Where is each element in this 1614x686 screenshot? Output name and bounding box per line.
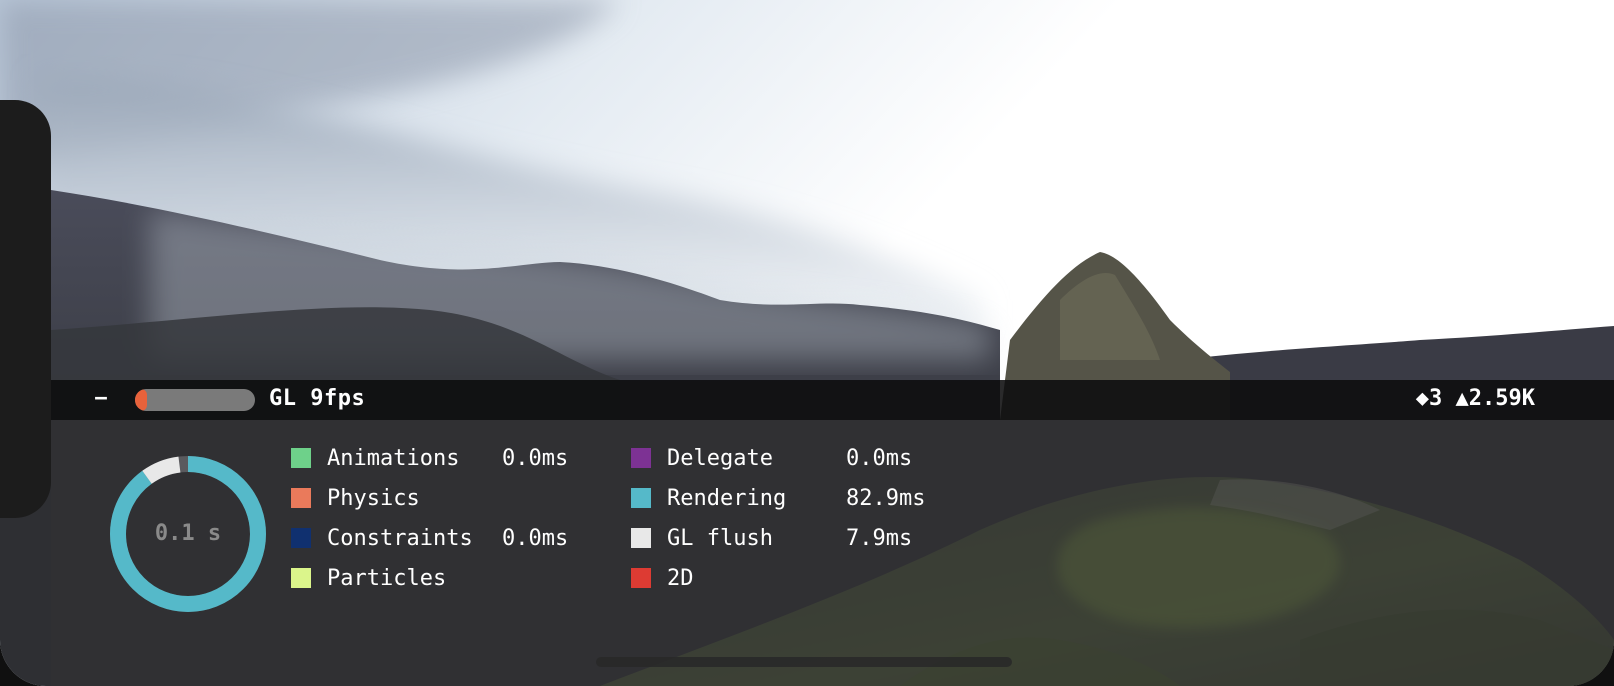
home-indicator[interactable] — [596, 657, 1012, 667]
swatch-animations — [291, 448, 311, 468]
swatch-rendering — [631, 488, 651, 508]
legend-label: Delegate — [667, 446, 773, 471]
legend-label: Constraints — [327, 526, 473, 551]
frame-time-label: 0.1 s — [154, 521, 222, 546]
swatch-physics — [291, 488, 311, 508]
legend-delegate: Delegate 0.0ms — [631, 446, 951, 472]
legend-label: Rendering — [667, 486, 787, 511]
swatch-2d — [631, 568, 651, 588]
swatch-delegate — [631, 448, 651, 468]
legend-value: 0.0ms — [846, 446, 913, 471]
legend-value: 7.9ms — [846, 526, 913, 551]
sensor-housing — [0, 100, 51, 518]
legend-rendering: Rendering 82.9ms — [631, 486, 951, 512]
stats-panel: 0.1 s Animations 0.0ms Physics Constrain… — [51, 420, 1614, 686]
legend-physics: Physics — [291, 486, 591, 512]
legend-label: Particles — [327, 566, 447, 591]
legend-gl-flush: GL flush 7.9ms — [631, 526, 951, 552]
legend-2d: 2D — [631, 566, 951, 592]
legend-label: 2D — [667, 566, 694, 591]
swatch-constraints — [291, 528, 311, 548]
swatch-gl-flush — [631, 528, 651, 548]
node-triangle-counts: ◆3 ▲2.59K — [1415, 386, 1535, 411]
legend-label: Animations — [327, 446, 460, 471]
fps-meter — [135, 389, 255, 411]
legend-constraints: Constraints 0.0ms — [291, 526, 591, 552]
legend-particles: Particles — [291, 566, 591, 592]
fps-readout: GL 9fps — [269, 386, 366, 411]
legend-value: 0.0ms — [502, 446, 569, 471]
legend-label: Physics — [327, 486, 420, 511]
legend-value: 82.9ms — [846, 486, 926, 511]
legend-label: GL flush — [667, 526, 773, 551]
collapse-stats-button[interactable]: − — [87, 383, 115, 415]
legend-animations: Animations 0.0ms — [291, 446, 591, 472]
fps-meter-fill — [135, 389, 147, 411]
swatch-particles — [291, 568, 311, 588]
stats-bar[interactable]: − GL 9fps ◆3 ▲2.59K — [51, 380, 1614, 420]
legend-value: 0.0ms — [502, 526, 569, 551]
